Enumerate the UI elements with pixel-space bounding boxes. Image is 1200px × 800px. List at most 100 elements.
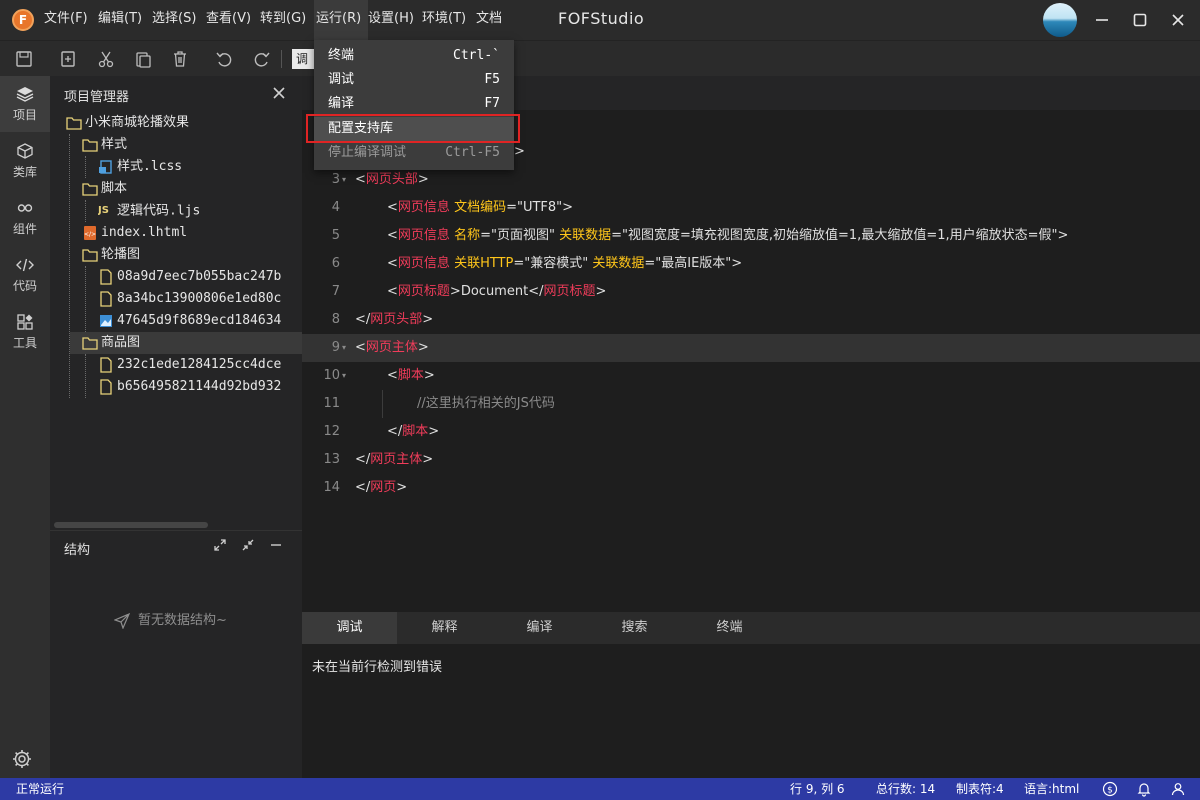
code-comment: //这里执行相关的JS代码 (417, 396, 555, 411)
menu-goto[interactable]: 转到(G) (260, 0, 314, 40)
tree-label: 轮播图 (101, 247, 141, 262)
file-icon (100, 268, 112, 285)
send-icon (113, 612, 131, 630)
tree-file-carousel[interactable]: 8a34bc13900806e1ed80c (98, 288, 302, 310)
close-icon[interactable] (270, 84, 288, 102)
gear-icon[interactable] (11, 748, 33, 770)
tree-file-carousel[interactable]: 08a9d7eec7b055bac247b (98, 266, 302, 288)
tree-guide (85, 200, 86, 222)
tree-file-carousel[interactable]: 47645d9f8689ecd184634 (98, 310, 302, 332)
avatar[interactable] (1043, 3, 1077, 37)
new-file-icon[interactable] (58, 49, 78, 69)
bell-icon[interactable] (1136, 781, 1152, 797)
tree-file-index[interactable]: </> index.lhtml (82, 222, 302, 244)
activity-tools[interactable]: 工具 (0, 304, 50, 360)
tab-debug[interactable]: 调试 (302, 612, 397, 644)
code-line: 11 //这里执行相关的JS代码 (302, 390, 1200, 418)
close-icon[interactable] (1166, 8, 1190, 32)
activity-component[interactable]: 组件 (0, 190, 50, 246)
tree-folder-carousel[interactable]: 轮播图 (82, 244, 302, 266)
code-attr: 关联数据 (559, 228, 612, 243)
tab-search[interactable]: 搜索 (587, 612, 682, 644)
menu-environment[interactable]: 环境(T) (422, 0, 476, 40)
menu-item-compile[interactable]: 编译 F7 (314, 92, 514, 116)
dollar-icon[interactable]: $ (1102, 781, 1118, 797)
activity-project-label: 项目 (12, 108, 37, 122)
redo-icon[interactable] (252, 49, 272, 69)
file-icon (100, 290, 112, 307)
code-tag: 脚本 (402, 424, 429, 439)
output-tab-bar: 调试 解释 编译 搜索 终端 (302, 612, 1200, 644)
fold-chevron-icon[interactable]: ▾ (342, 362, 346, 390)
cut-icon[interactable] (96, 49, 116, 69)
user-icon[interactable] (1170, 781, 1186, 797)
menu-select[interactable]: 选择(S) (152, 0, 206, 40)
tree-root-folder[interactable]: 小米商城轮播效果 (66, 112, 302, 134)
fold-chevron-icon[interactable]: ▾ (342, 334, 346, 362)
menu-file[interactable]: 文件(F) (44, 0, 98, 40)
collapse-icon[interactable] (240, 537, 256, 553)
minimize-icon[interactable] (1090, 8, 1114, 32)
menu-settings[interactable]: 设置(H) (368, 0, 422, 40)
debug-mode-chip[interactable]: 调试 (292, 49, 314, 69)
tab-compile[interactable]: 编译 (492, 612, 587, 644)
menu-item-stop-debug[interactable]: 停止编译调试 Ctrl-F5 (314, 141, 514, 165)
tab-terminal[interactable]: 终端 (682, 612, 777, 644)
tree-file-style[interactable]: 样式.lcss (98, 156, 302, 178)
menu-edit[interactable]: 编辑(T) (98, 0, 152, 40)
menu-run[interactable]: 运行(R) (314, 0, 368, 40)
code-editor[interactable]: 1 2> 3▾<网页头部> 4<网页信息 文档编码="UTF8"> 5<网页信息… (302, 110, 1200, 612)
structure-empty-text: 暂无数据结构~ (138, 613, 227, 628)
code-tag: 网页标题 (397, 284, 450, 299)
code-line: 14 </网页> (302, 474, 1200, 502)
maximize-icon[interactable] (1128, 8, 1152, 32)
minimize-panel-icon[interactable] (268, 537, 284, 553)
code-line: 6 <网页信息 关联HTTP="兼容模式" 关联数据="最高IE版本"> (302, 250, 1200, 278)
code-line: 10 ▾ <脚本> (302, 362, 1200, 390)
save-icon[interactable] (14, 49, 34, 69)
tree-guide (69, 134, 70, 398)
line-number: 10 (323, 368, 340, 383)
menu-view[interactable]: 查看(V) (206, 0, 260, 40)
code-line: 3 ▾ <网页头部> (302, 166, 1200, 194)
annotation-highlight-box (306, 114, 520, 143)
expand-icon[interactable] (212, 537, 228, 553)
status-tab-size[interactable]: 制表符:4 (956, 778, 1004, 800)
tree-horizontal-scrollbar[interactable] (54, 522, 208, 528)
tree-file-product[interactable]: b656495821144d92bd932 (98, 376, 302, 398)
tree-label: 47645d9f8689ecd184634 (117, 313, 282, 328)
menu-item-debug[interactable]: 调试 F5 (314, 68, 514, 92)
window-title: FOFStudio (558, 9, 645, 28)
tree-label: b656495821144d92bd932 (117, 379, 282, 394)
structure-panel-title: 结构 (64, 543, 91, 558)
tree-folder-style[interactable]: 样式 (82, 134, 302, 156)
line-number: 7 (331, 284, 340, 299)
menu-item-terminal[interactable]: 终端 Ctrl-` (314, 44, 514, 68)
delete-icon[interactable] (170, 49, 190, 69)
output-panel: 调试 解释 编译 搜索 终端 未在当前行检测到错误 (302, 612, 1200, 778)
status-cursor-position[interactable]: 行 9, 列 6 (790, 778, 845, 800)
code-value: "最高IE版本" (655, 256, 732, 271)
image-file-icon (100, 314, 112, 327)
project-panel-title: 项目管理器 (64, 90, 130, 105)
tree-label: 脚本 (101, 181, 128, 196)
status-language[interactable]: 语言:html (1024, 778, 1079, 800)
activity-code[interactable]: 代码 (0, 247, 50, 303)
tree-folder-product[interactable]: 商品图 (70, 332, 302, 354)
tree-guide (85, 354, 86, 398)
tree-folder-script[interactable]: 脚本 (82, 178, 302, 200)
activity-library[interactable]: 类库 (0, 133, 50, 189)
tree-file-script[interactable]: JS 逻辑代码.ljs (98, 200, 302, 222)
line-number: 6 (331, 256, 340, 271)
layers-icon (16, 87, 34, 102)
activity-project[interactable]: 项目 (0, 76, 50, 132)
paste-icon[interactable] (133, 49, 153, 69)
undo-icon[interactable] (214, 49, 234, 69)
css-file-icon (99, 159, 112, 174)
menu-docs[interactable]: 文档 (476, 0, 506, 40)
fold-chevron-icon[interactable]: ▾ (342, 166, 346, 194)
tab-interpret[interactable]: 解释 (397, 612, 492, 644)
code-value: "页面视图" (490, 228, 555, 243)
debug-message: 未在当前行检测到错误 (312, 660, 443, 675)
tree-file-product[interactable]: 232c1ede1284125cc4dce (98, 354, 302, 376)
